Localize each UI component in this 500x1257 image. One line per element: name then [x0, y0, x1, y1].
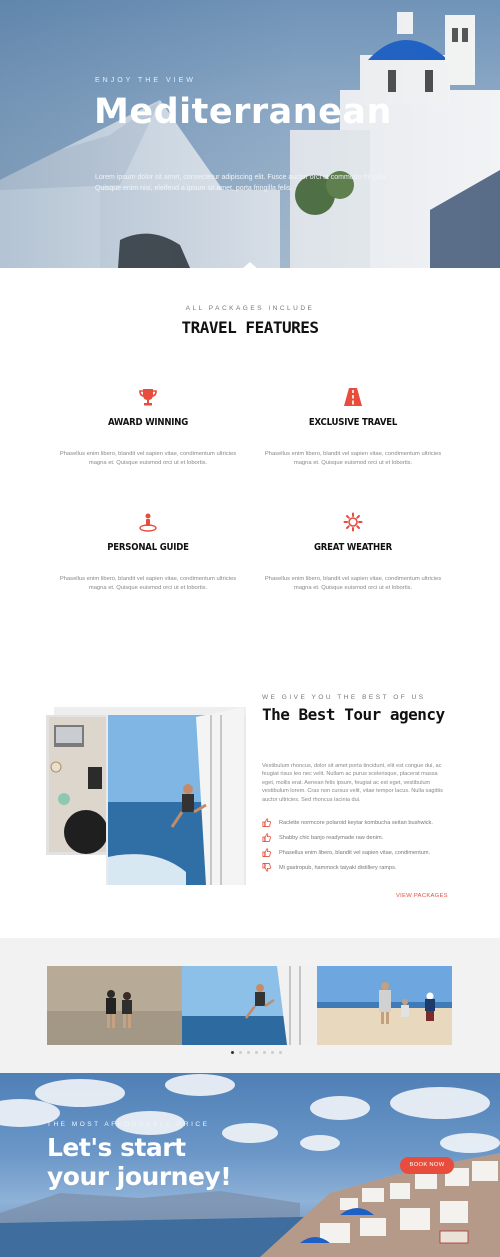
gallery-dot[interactable]: [271, 1051, 274, 1054]
feature-great-weather: GREAT WEATHER Phasellus enim libero, bla…: [263, 512, 443, 593]
features-title: TRAVEL FEATURES: [181, 318, 320, 337]
agency-collage-image: [46, 707, 246, 885]
feature-name: AWARD WINNING: [107, 417, 189, 428]
hero-subtitle: Lorem ipsum dolor sit amet, consectetur …: [95, 174, 388, 192]
gallery-dot[interactable]: [247, 1051, 250, 1054]
hero-section: ENJOY THE VIEW Mediterranean Lorem ipsum…: [0, 0, 500, 268]
cta-title: Let's start your journey!: [47, 1133, 232, 1191]
gallery-dot[interactable]: [279, 1051, 282, 1054]
thumbs-up-icon: [262, 818, 271, 827]
agency-description: Vestibulum rhoncus, dolor sit amet porta…: [262, 763, 443, 803]
hero-overlay: [0, 0, 500, 268]
thumbs-down-icon: [262, 863, 271, 872]
trophy-icon: [139, 389, 157, 406]
checklist-item-text: Phasellus enim libero, blandit vel sapie…: [279, 849, 431, 856]
cta-eyebrow: THE MOST AFFORDABLE PRICE: [47, 1121, 210, 1128]
book-now-button[interactable]: BOOK NOW: [400, 1157, 454, 1174]
hero-title: Mediterranean: [94, 92, 392, 132]
gallery-dot[interactable]: [231, 1051, 234, 1054]
checklist-item: Mi gastropub, hammock taiyaki distillery…: [262, 860, 462, 875]
checklist-item: Raclette normcore polaroid keytar kombuc…: [262, 815, 462, 830]
feature-name: GREAT WEATHER: [313, 542, 393, 553]
feature-exclusive-travel: EXCLUSIVE TRAVEL Phasellus enim libero, …: [263, 387, 443, 468]
feature-description: Phasellus enim libero, blandit vel sapie…: [59, 576, 237, 591]
gallery-pagination: [231, 1051, 282, 1054]
hero-eyebrow: ENJOY THE VIEW: [95, 77, 196, 84]
checklist-item: Shabby chic banjo readymade raw denim.: [262, 830, 462, 845]
gallery-slide-3[interactable]: [317, 966, 452, 1045]
cta-title-line-1: Let's start: [47, 1133, 186, 1162]
cta-section: THE MOST AFFORDABLE PRICE Let's start yo…: [0, 1073, 500, 1257]
feature-description: Phasellus enim libero, blandit vel sapie…: [264, 576, 442, 591]
agency-checklist: Raclette normcore polaroid keytar kombuc…: [262, 815, 462, 875]
feature-name: EXCLUSIVE TRAVEL: [308, 417, 398, 428]
person-pin-icon: [139, 513, 157, 532]
feature-description: Phasellus enim libero, blandit vel sapie…: [59, 451, 237, 466]
feature-personal-guide: PERSONAL GUIDE Phasellus enim libero, bl…: [58, 512, 238, 593]
cta-title-line-2: your journey!: [47, 1162, 232, 1191]
agency-eyebrow: WE GIVE YOU THE BEST OF US: [262, 694, 426, 701]
checklist-item-text: Mi gastropub, hammock taiyaki distillery…: [279, 864, 397, 871]
gallery-slide-1[interactable]: [47, 966, 182, 1045]
checklist-item-text: Shabby chic banjo readymade raw denim.: [279, 834, 384, 841]
agency-title: The Best Tour agency: [262, 705, 445, 724]
gallery-dot[interactable]: [255, 1051, 258, 1054]
hero-notch-arrow: [241, 262, 259, 268]
view-packages-link[interactable]: VIEW PACKAGES: [396, 893, 448, 899]
gallery-slide-2[interactable]: [182, 966, 317, 1045]
checklist-item-text: Raclette normcore polaroid keytar kombuc…: [279, 819, 433, 826]
sun-icon: [343, 512, 363, 532]
gallery-dot[interactable]: [239, 1051, 242, 1054]
feature-name: PERSONAL GUIDE: [107, 542, 189, 553]
gallery-dot[interactable]: [263, 1051, 266, 1054]
thumbs-up-icon: [262, 848, 271, 857]
features-eyebrow: ALL PACKAGES INCLUDE: [185, 305, 315, 312]
checklist-item: Phasellus enim libero, blandit vel sapie…: [262, 845, 462, 860]
thumbs-up-icon: [262, 833, 271, 842]
road-icon: [344, 388, 362, 406]
feature-award-winning: AWARD WINNING Phasellus enim libero, bla…: [58, 387, 238, 468]
feature-description: Phasellus enim libero, blandit vel sapie…: [264, 451, 442, 466]
